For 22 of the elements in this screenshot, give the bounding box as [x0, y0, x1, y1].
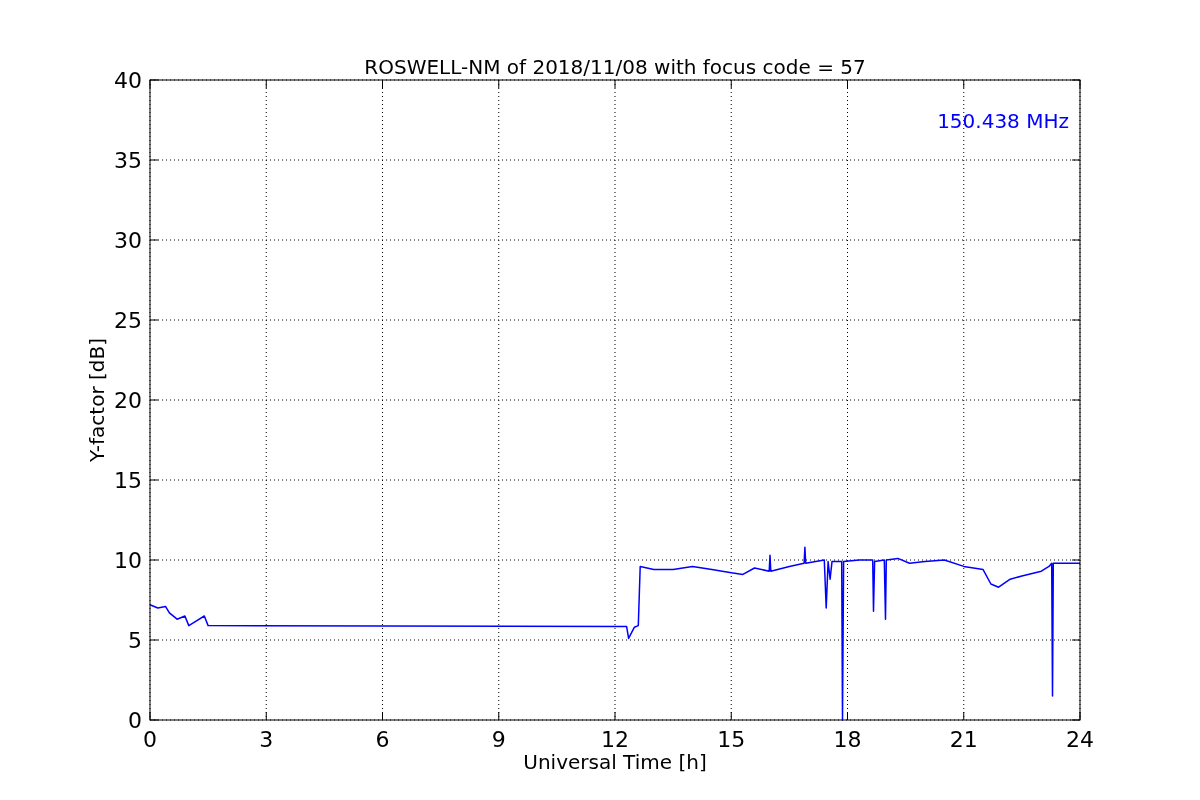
x-tick-label: 6 — [375, 727, 390, 752]
series-label: 150.438 MHz — [937, 109, 1069, 133]
x-tick-label: 9 — [491, 727, 506, 752]
y-tick-label: 15 — [114, 468, 142, 493]
x-tick-label: 3 — [259, 727, 274, 752]
y-tick-label: 10 — [114, 548, 142, 573]
x-axis-label: Universal Time [h] — [523, 750, 707, 774]
x-tick-label: 24 — [1066, 727, 1094, 752]
chart-title: ROSWELL-NM of 2018/11/08 with focus code = 57 — [364, 55, 866, 79]
y-tick-label: 40 — [114, 68, 142, 93]
x-tick-label: 21 — [949, 727, 978, 752]
y-tick-label: 0 — [128, 708, 142, 733]
y-tick-label: 35 — [114, 148, 142, 173]
x-tick-label: 18 — [833, 727, 862, 752]
y-tick-label: 25 — [114, 308, 142, 333]
y-axis-label: Y-factor [dB] — [85, 338, 109, 462]
y-tick-label: 5 — [128, 628, 142, 653]
x-tick-label: 12 — [601, 727, 629, 752]
x-tick-label: 15 — [717, 727, 746, 752]
x-tick-label: 0 — [143, 727, 157, 752]
y-tick-label: 30 — [114, 228, 142, 253]
y-tick-label: 20 — [114, 388, 142, 413]
